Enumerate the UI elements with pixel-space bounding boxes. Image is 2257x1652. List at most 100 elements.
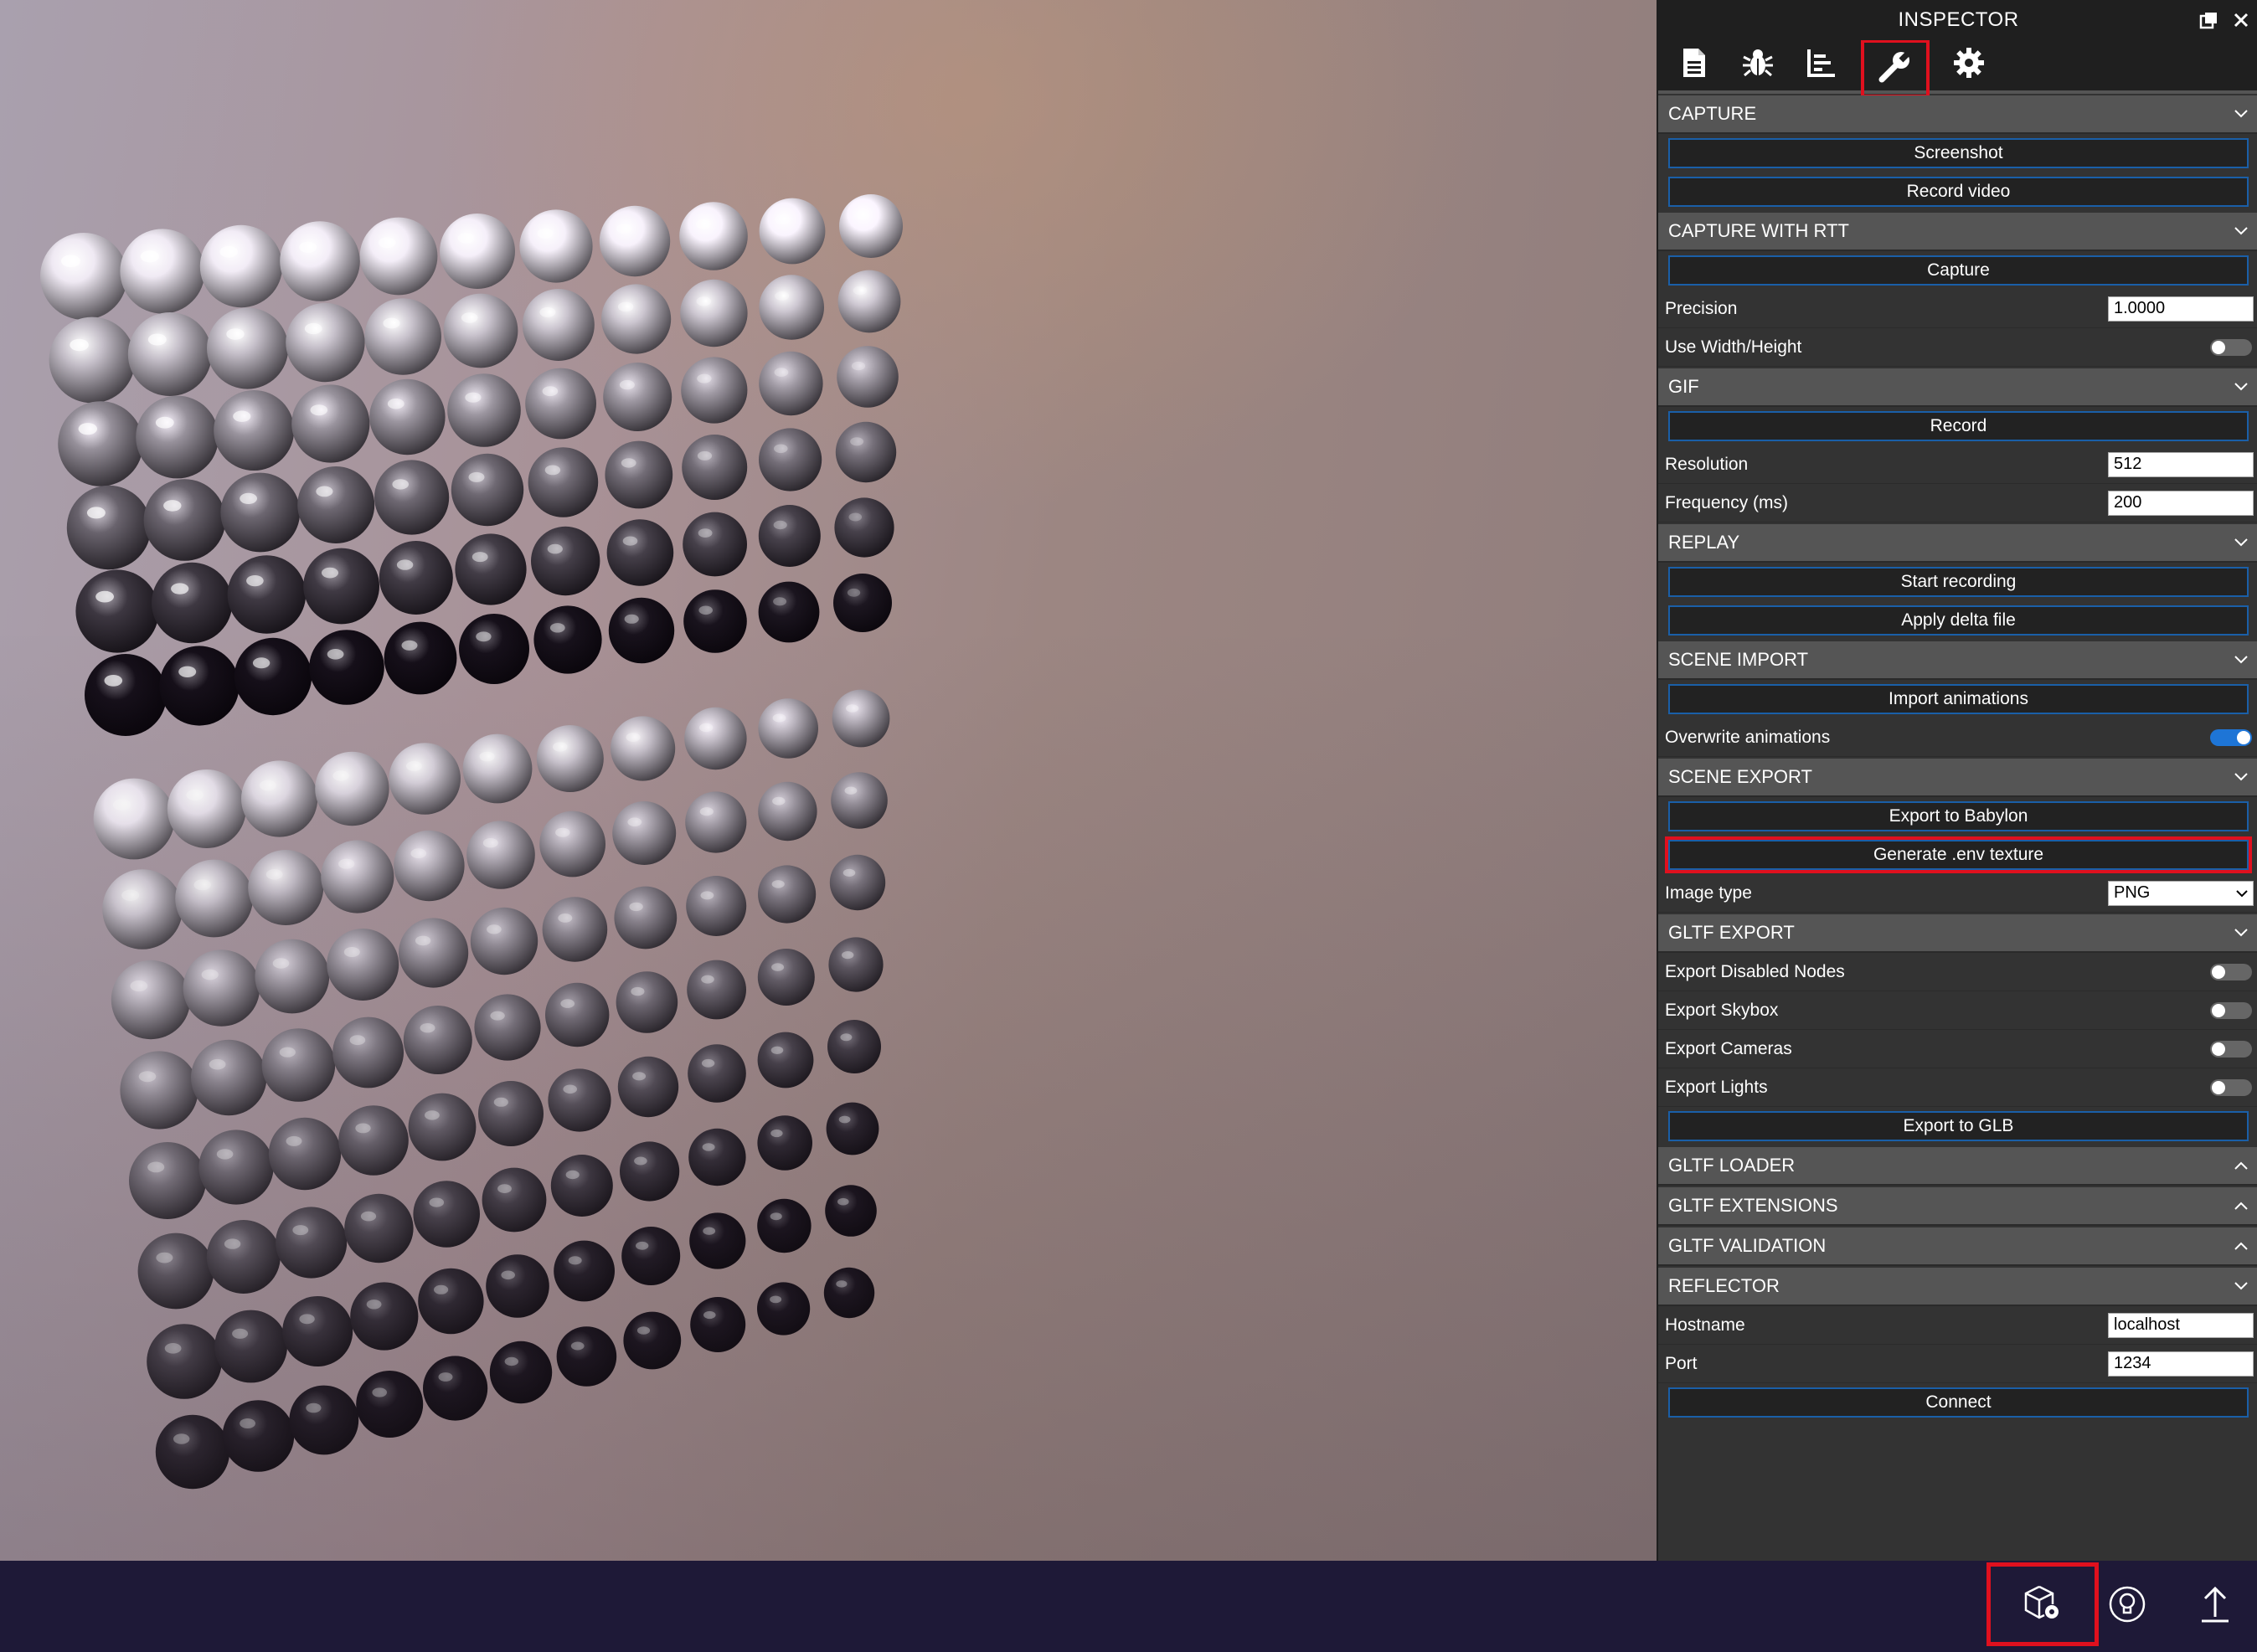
sphere-highlight: [226, 328, 245, 340]
close-icon[interactable]: [2230, 9, 2252, 31]
popout-icon[interactable]: [2198, 9, 2220, 31]
overwrite-animations-toggle[interactable]: [2210, 728, 2252, 746]
sphere: [839, 194, 903, 258]
sphere-highlight: [332, 770, 349, 781]
export-disabled-nodes-toggle[interactable]: [2210, 963, 2252, 980]
sphere: [606, 519, 674, 586]
sphere-highlight: [697, 450, 713, 461]
use-width-height-toggle[interactable]: [2210, 338, 2252, 356]
sphere: [758, 865, 817, 924]
export-cameras-label: Export Cameras: [1665, 1038, 1792, 1058]
sphere: [297, 466, 375, 543]
export-cameras-toggle[interactable]: [2210, 1040, 2252, 1058]
sphere: [827, 1020, 881, 1073]
export-skybox-toggle[interactable]: [2210, 1001, 2252, 1019]
sphere-highlight: [619, 379, 635, 390]
section-gltf-loader[interactable]: GLTF LOADER: [1658, 1147, 2257, 1186]
import-animations-button[interactable]: Import animations: [1668, 684, 2249, 714]
section-gltf-export[interactable]: GLTF EXPORT: [1658, 914, 2257, 953]
sphere: [823, 1267, 875, 1319]
sphere: [255, 939, 330, 1014]
sphere-highlight: [360, 1211, 377, 1222]
export-to-glb-button[interactable]: Export to GLB: [1668, 1111, 2249, 1141]
section-gif[interactable]: GIF: [1658, 368, 2257, 407]
lightbulb-button[interactable]: [2094, 1561, 2161, 1652]
sphere-highlight: [434, 1284, 449, 1294]
precision-input[interactable]: 1.0000: [2108, 296, 2254, 322]
sphere: [837, 270, 901, 333]
connect-button[interactable]: Connect: [1668, 1387, 2249, 1418]
rtt-capture-button[interactable]: Capture: [1668, 255, 2249, 286]
start-recording-button[interactable]: Start recording: [1668, 567, 2249, 597]
tab-properties[interactable]: [1670, 41, 1719, 90]
sphere-highlight: [616, 224, 632, 234]
sphere-highlight: [501, 1270, 515, 1280]
image-type-select[interactable]: PNG: [2108, 880, 2254, 906]
sphere: [599, 205, 671, 277]
scene-settings-button[interactable]: [1986, 1562, 2099, 1646]
upload-button[interactable]: [2182, 1561, 2249, 1652]
sphere-highlight: [383, 317, 400, 329]
sphere-highlight: [553, 742, 568, 752]
export-to-babylon-button[interactable]: Export to Babylon: [1668, 801, 2249, 831]
port-input[interactable]: 1234: [2108, 1351, 2254, 1377]
record-video-button[interactable]: Record video: [1668, 177, 2249, 207]
apply-delta-file-button[interactable]: Apply delta file: [1668, 605, 2249, 636]
sphere: [369, 378, 446, 455]
sphere-highlight: [634, 1156, 647, 1166]
sphere-highlight: [772, 796, 786, 805]
resolution-input[interactable]: 512: [2108, 451, 2254, 477]
frequency-input[interactable]: 200: [2108, 490, 2254, 516]
section-scene-import[interactable]: SCENE IMPORT: [1658, 641, 2257, 680]
section-reflector[interactable]: REFLECTOR: [1658, 1268, 2257, 1306]
sphere: [291, 384, 370, 463]
sphere: [315, 751, 389, 826]
generate-env-texture-button[interactable]: Generate .env texture: [1665, 836, 2252, 873]
chevron-up-icon: [2234, 1227, 2249, 1264]
sphere: [611, 716, 676, 781]
sphere: [220, 472, 301, 553]
export-lights-toggle[interactable]: [2210, 1078, 2252, 1096]
tab-settings[interactable]: [1945, 41, 1993, 90]
sphere: [759, 428, 822, 491]
sphere: [418, 1268, 484, 1335]
sphere: [531, 526, 600, 596]
sphere: [206, 1220, 281, 1294]
chevron-down-icon: [2234, 368, 2249, 405]
sphere-highlight: [698, 605, 713, 615]
tab-debug[interactable]: [1734, 41, 1782, 90]
sphere: [684, 707, 747, 770]
section-scene-export[interactable]: SCENE EXPORT: [1658, 759, 2257, 797]
sphere-highlight: [349, 1035, 366, 1046]
sphere: [759, 275, 824, 340]
hostname-input[interactable]: localhost: [2108, 1312, 2254, 1338]
section-capture[interactable]: CAPTURE: [1658, 95, 2257, 134]
sphere: [443, 293, 518, 368]
sphere: [759, 198, 826, 265]
section-replay[interactable]: REPLAY: [1658, 524, 2257, 563]
section-gltf-extensions[interactable]: GLTF EXTENSIONS: [1658, 1187, 2257, 1226]
sphere-highlight: [636, 1241, 649, 1250]
sphere: [688, 1044, 746, 1103]
sphere-highlight: [563, 1084, 577, 1094]
sphere: [413, 1181, 480, 1248]
sphere: [136, 395, 219, 479]
chevron-down-icon: [2234, 1268, 2249, 1305]
section-capture-rtt[interactable]: CAPTURE WITH RTT: [1658, 213, 2257, 251]
sphere: [241, 760, 318, 837]
statistics-icon: [1806, 48, 1837, 83]
sphere-highlight: [700, 891, 714, 900]
section-gltf-validation[interactable]: GLTF VALIDATION: [1658, 1227, 2257, 1266]
resolution-row: Resolution 512: [1658, 445, 2257, 484]
sphere-highlight: [130, 980, 148, 992]
sphere-highlight: [173, 1433, 190, 1444]
chevron-down-icon: [2234, 641, 2249, 678]
lightbulb-icon: [2108, 1585, 2146, 1628]
sphere-highlight: [702, 1143, 715, 1151]
tab-statistics[interactable]: [1797, 41, 1846, 90]
3d-viewport[interactable]: [0, 0, 1657, 1561]
sphere: [120, 1051, 198, 1130]
screenshot-button[interactable]: Screenshot: [1668, 138, 2249, 168]
tab-tools[interactable]: [1861, 39, 1930, 98]
gif-record-button[interactable]: Record: [1668, 411, 2249, 441]
